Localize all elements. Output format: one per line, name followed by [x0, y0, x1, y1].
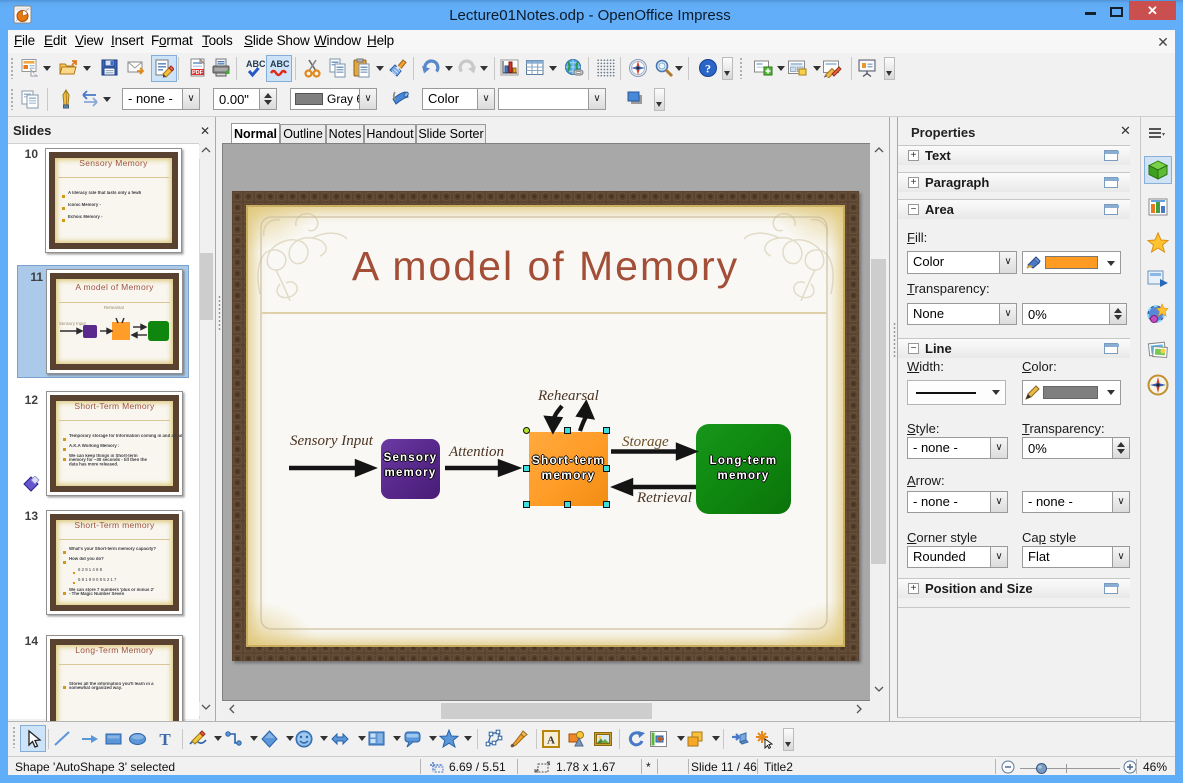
svg-text:T: T	[159, 730, 171, 749]
svg-text:ABC: ABC	[270, 59, 289, 69]
svg-text:A: A	[547, 735, 555, 747]
svg-text:ABC: ABC	[246, 59, 265, 69]
svg-text:PDF: PDF	[192, 70, 204, 76]
svg-text:?: ?	[705, 62, 711, 76]
